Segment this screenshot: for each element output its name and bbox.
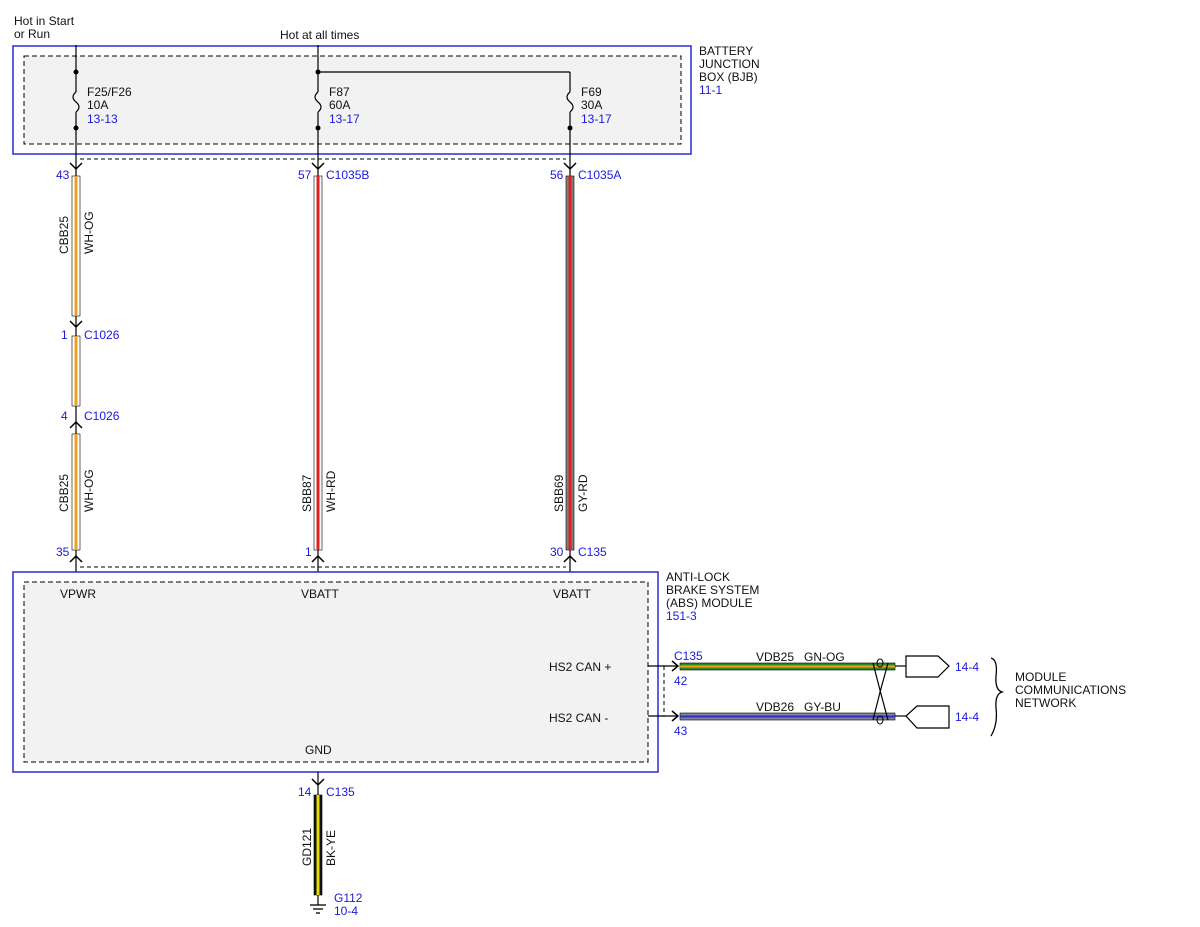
- connector-name: C135: [578, 545, 607, 559]
- ground-ref: 10-4: [334, 904, 358, 918]
- pin-number: 35: [56, 545, 70, 559]
- battery-junction-box: BATTERY JUNCTION BOX (BJB) 11-1: [12, 44, 760, 155]
- offpage-arrow-icon[interactable]: [905, 655, 950, 678]
- abs-name-line1: ANTI-LOCK: [666, 570, 730, 584]
- fuse-id: F69: [581, 85, 602, 99]
- offpage-arrow-icon[interactable]: [905, 705, 950, 729]
- gnd-label: GND: [305, 743, 332, 757]
- can-minus-label: HS2 CAN -: [549, 711, 608, 725]
- wire-cbb25-upper: [71, 175, 81, 317]
- can-minus-pin: 43: [674, 724, 688, 738]
- circuit-id: CBB25: [57, 474, 71, 512]
- pin-number: 1: [61, 328, 68, 342]
- can-minus-ref[interactable]: 14-4: [955, 710, 979, 724]
- can-minus-circuit: VDB26: [756, 700, 794, 714]
- ground-point: G112: [334, 891, 363, 905]
- bjb-name-line3: BOX (BJB): [699, 70, 758, 84]
- ground-circuit: GD121: [300, 828, 314, 866]
- pin-number: 30: [550, 545, 564, 559]
- pin-number: 57: [298, 168, 312, 182]
- connector-name: C1035A: [578, 168, 621, 182]
- wire-color: WH-OG: [82, 211, 96, 254]
- abs-name-line3: (ABS) MODULE: [666, 596, 753, 610]
- network-label-line3: NETWORK: [1015, 696, 1076, 710]
- fuse-icon: [72, 91, 80, 113]
- ground-pin: 14: [298, 785, 312, 799]
- wire-sbb69: [565, 175, 575, 551]
- wire-sbb87: [313, 175, 323, 551]
- connector-name: C1026: [84, 409, 120, 423]
- can-plus-color: GN-OG: [804, 650, 845, 664]
- bjb-ref: 11-1: [699, 83, 722, 97]
- can-connector-name: C135: [674, 649, 703, 663]
- splice-dot: [73, 125, 79, 131]
- wire-cbb25-lower: [71, 433, 81, 551]
- wiring-diagram: Hot in Start or Run Hot at all times BAT…: [12, 14, 1126, 918]
- pin-number: 56: [550, 168, 564, 182]
- can-plus-label: HS2 CAN +: [549, 660, 611, 674]
- module-pin-vpwr: VPWR: [60, 587, 96, 601]
- wire-color: WH-RD: [324, 470, 338, 512]
- network-label-line2: COMMUNICATIONS: [1015, 683, 1126, 697]
- can-minus-color: GY-BU: [804, 700, 841, 714]
- connector-name: C1026: [84, 328, 120, 342]
- abs-ref: 151-3: [666, 609, 697, 623]
- pin-number: 1: [305, 545, 312, 559]
- fuse-rating: 10A: [87, 98, 108, 112]
- wire-color: GY-RD: [576, 474, 590, 512]
- brace-icon: [990, 657, 1005, 737]
- bjb-name-line1: BATTERY: [699, 44, 753, 58]
- circuit-id: SBB69: [552, 474, 566, 512]
- wire-cbb25-middle: [71, 335, 81, 407]
- hot-start-run-label-line2: or Run: [14, 27, 50, 41]
- fuse-ref: 13-13: [87, 112, 118, 126]
- module-pin-vbatt: VBATT: [301, 587, 339, 601]
- hot-start-run-label-line1: Hot in Start: [14, 14, 75, 28]
- fuse-icon: [566, 91, 574, 113]
- splice-dot: [315, 69, 321, 75]
- ground-color: BK-YE: [324, 830, 338, 866]
- fuse-icon: [314, 91, 322, 113]
- can-plus-pin: 42: [674, 674, 688, 688]
- hot-all-times-label: Hot at all times: [280, 28, 359, 42]
- fuse-ref: 13-17: [329, 112, 360, 126]
- bjb-name-line2: JUNCTION: [699, 57, 760, 71]
- network-label-line1: MODULE: [1015, 670, 1066, 684]
- twisted-pair-icon: [872, 662, 889, 721]
- wire-gd121: [313, 794, 323, 896]
- circuit-id: SBB87: [300, 474, 314, 512]
- ground-icon: [310, 904, 326, 914]
- wire-vdb25: [679, 662, 896, 671]
- fuse-rating: 60A: [329, 98, 350, 112]
- can-plus-ref[interactable]: 14-4: [955, 660, 979, 674]
- module-pin-vbatt: VBATT: [553, 587, 591, 601]
- fuse-id: F87: [329, 85, 350, 99]
- splice-dot: [315, 125, 321, 131]
- wire-vdb26: [679, 712, 896, 721]
- ground-connector: C135: [326, 785, 355, 799]
- can-plus-circuit: VDB25: [756, 650, 794, 664]
- pin-number: 43: [56, 168, 70, 182]
- abs-name-line2: BRAKE SYSTEM: [666, 583, 759, 597]
- splice-dot: [73, 69, 79, 75]
- splice-dot: [567, 125, 573, 131]
- fuse-ref: 13-17: [581, 112, 612, 126]
- connector-name: C1035B: [326, 168, 369, 182]
- pin-number: 4: [61, 409, 68, 423]
- fuse-id: F25/F26: [87, 85, 132, 99]
- fuse-rating: 30A: [581, 98, 602, 112]
- circuit-id: CBB25: [57, 216, 71, 254]
- wire-color: WH-OG: [82, 469, 96, 512]
